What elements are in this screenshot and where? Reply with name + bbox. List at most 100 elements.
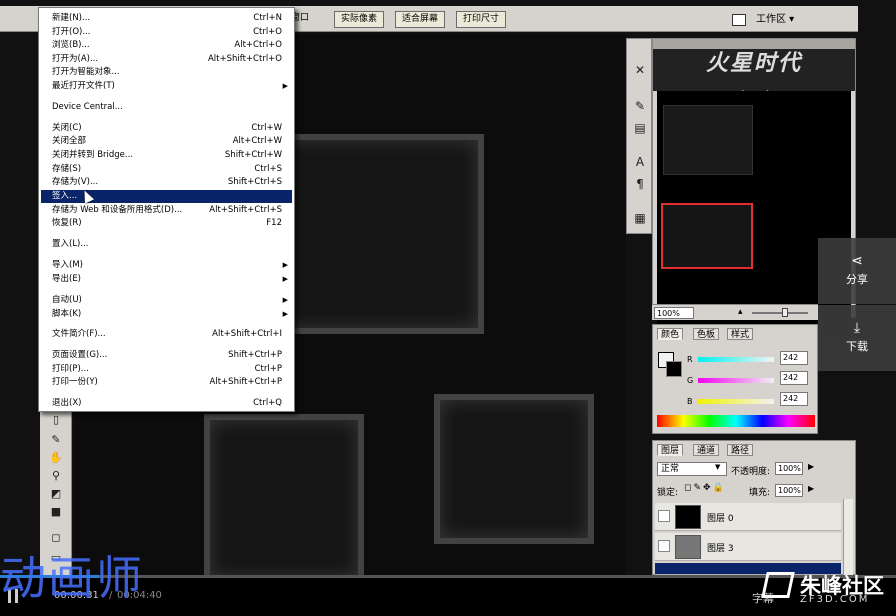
menu-item-shortcut: Ctrl+P	[254, 364, 282, 374]
layer-comps-icon[interactable]: ▦	[631, 209, 649, 227]
file-menu-item[interactable]: 存储为 Web 和设备所用格式(D)... Alt+Shift+Ctrl+S	[41, 204, 292, 217]
file-menu-item[interactable]: 打开为(A)... Alt+Shift+Ctrl+O	[41, 53, 292, 66]
menu-separator	[43, 96, 290, 97]
zoom-out-icon[interactable]: ▴	[738, 307, 743, 317]
layer-row[interactable]: 图层 3	[655, 533, 841, 561]
layer-row[interactable]: 图层 0	[655, 503, 841, 531]
workspace-icon[interactable]	[732, 14, 746, 26]
zoom-slider[interactable]	[752, 312, 808, 314]
opacity-field[interactable]: 100%	[775, 462, 803, 475]
zoom-tool-icon[interactable]: ⚲	[47, 468, 65, 484]
layers-scrollbar[interactable]	[843, 499, 853, 575]
file-menu-item[interactable]: 打开(O)... Ctrl+O	[41, 26, 292, 39]
red-slider[interactable]	[698, 357, 774, 362]
tab-paths[interactable]: 路径	[727, 444, 754, 456]
fit-screen-button[interactable]: 适合屏幕	[395, 11, 446, 28]
file-menu-item[interactable]: 新建(N)... Ctrl+N	[41, 12, 292, 25]
quick-mask-icon[interactable]: ◻	[47, 530, 65, 546]
file-menu-item[interactable]: 存储(S) Ctrl+S	[41, 163, 292, 176]
file-menu-item[interactable]: 自动(U) ▶	[41, 294, 292, 307]
file-menu-item[interactable]: 存储为(V)... Shift+Ctrl+S	[41, 176, 292, 189]
submenu-arrow-icon: ▶	[282, 261, 288, 269]
default-colors-icon[interactable]: ◩	[47, 486, 65, 502]
file-menu-item[interactable]: 打开为智能对象...	[41, 66, 292, 79]
fill-arrow-icon[interactable]: ▶	[808, 484, 814, 493]
slice-tool-icon[interactable]: ▯	[47, 412, 65, 428]
visibility-toggle[interactable]	[658, 540, 670, 552]
print-size-button[interactable]: 打印尺寸	[456, 11, 507, 28]
share-button[interactable]: ⋖ 分享	[818, 238, 896, 304]
file-menu-item[interactable]: 浏览(B)... Alt+Ctrl+O	[41, 39, 292, 52]
file-menu-item[interactable]: 关闭并转到 Bridge... Shift+Ctrl+W	[41, 149, 292, 162]
menu-item-shortcut: Ctrl+N	[253, 13, 282, 23]
chevron-down-icon[interactable]: ▼	[715, 463, 720, 471]
view-rectangle[interactable]	[661, 203, 753, 269]
menu-item-shortcut: Ctrl+S	[254, 164, 282, 174]
file-menu-item[interactable]: 退出(X) Ctrl+Q	[41, 397, 292, 410]
tools-preset-icon[interactable]: ✕	[631, 61, 649, 79]
tab-color[interactable]: 颜色	[657, 328, 684, 340]
green-slider[interactable]	[698, 378, 774, 383]
red-value[interactable]: 242	[780, 351, 808, 365]
hand-tool-icon[interactable]: ✋	[47, 450, 65, 466]
blue-label: B	[687, 397, 693, 406]
menu-item-shortcut: Alt+Ctrl+W	[232, 136, 282, 146]
brushes-icon[interactable]: ✎	[631, 97, 649, 115]
menu-separator	[43, 323, 290, 324]
green-value[interactable]: 242	[780, 371, 808, 385]
fill-label: 填充:	[749, 488, 771, 498]
menu-item-label: 导入(M)	[52, 260, 83, 270]
character-icon[interactable]: A	[631, 153, 649, 171]
file-menu-item[interactable]: 打印一份(Y) Alt+Shift+Ctrl+P	[41, 376, 292, 389]
file-menu-item[interactable]: 打印(P)... Ctrl+P	[41, 363, 292, 376]
blue-slider[interactable]	[698, 399, 774, 404]
blue-value[interactable]: 242	[780, 392, 808, 406]
visibility-toggle[interactable]	[658, 510, 670, 522]
file-menu: 新建(N)... Ctrl+N 打开(O)... Ctrl+O 浏览(B)... Alt+…	[38, 7, 295, 412]
file-menu-item[interactable]: 文件简介(F)... Alt+Shift+Ctrl+I	[41, 328, 292, 341]
menu-item-label: 关闭并转到 Bridge...	[52, 150, 134, 160]
file-menu-item[interactable]: 最近打开文件(T) ▶	[41, 80, 292, 93]
clone-source-icon[interactable]: ▤	[631, 119, 649, 137]
menu-separator	[43, 233, 290, 234]
actual-pixels-button[interactable]: 实际像素	[334, 11, 385, 28]
file-menu-item[interactable]: 关闭(C) Ctrl+W	[41, 122, 292, 135]
file-menu-item[interactable]: 置入(L)...	[41, 238, 292, 251]
file-menu-item[interactable]: Device Central...	[41, 101, 292, 114]
workspace-button[interactable]: 工作区 ▾	[756, 12, 794, 28]
tab-layers[interactable]: 图层	[657, 444, 684, 456]
zoom-slider-knob[interactable]	[782, 308, 788, 317]
watermark-left: 动画师	[0, 551, 144, 605]
background-swatch[interactable]	[666, 361, 682, 377]
navigator-zoom-bar: 100% ▴	[652, 304, 818, 320]
menu-item-label: 存储(S)	[52, 164, 82, 174]
file-menu-item[interactable]: 恢复(R) F12	[41, 217, 292, 230]
submenu-arrow-icon: ▶	[282, 296, 288, 304]
submenu-arrow-icon: ▶	[282, 310, 288, 318]
menu-item-label: 打开为(A)...	[52, 54, 99, 64]
file-menu-item[interactable]: 导入(M) ▶	[41, 259, 292, 272]
tab-channels[interactable]: 通道	[693, 444, 720, 456]
opacity-arrow-icon[interactable]: ▶	[808, 462, 814, 471]
menu-item-label: 新建(N)...	[52, 13, 91, 23]
menu-item-shortcut: Shift+Ctrl+P	[228, 350, 282, 360]
fill-field[interactable]: 100%	[775, 484, 803, 497]
menu-item-shortcut: Ctrl+Q	[253, 398, 282, 408]
paragraph-icon[interactable]: ¶	[631, 175, 649, 193]
download-button[interactable]: ⤓ 下载	[818, 305, 896, 371]
menu-item-label: 最近打开文件(T)	[52, 81, 115, 91]
file-menu-item[interactable]: 关闭全部 Alt+Ctrl+W	[41, 135, 292, 148]
foreground-color-icon[interactable]: ■	[47, 504, 65, 520]
tab-styles[interactable]: 样式	[727, 328, 754, 340]
lock-icons[interactable]: ◻✎✥🔒	[684, 483, 726, 493]
file-menu-item[interactable]: 脚本(K) ▶	[41, 308, 292, 321]
file-menu-item[interactable]: 导出(E) ▶	[41, 273, 292, 286]
panel-header	[653, 39, 855, 49]
eyedropper-icon[interactable]: ✎	[47, 432, 65, 448]
zoom-field[interactable]: 100%	[654, 307, 694, 319]
tab-swatches[interactable]: 色板	[693, 328, 720, 340]
menu-separator	[43, 289, 290, 290]
menu-item-shortcut: Alt+Shift+Ctrl+I	[212, 329, 282, 339]
color-spectrum-bar[interactable]	[657, 415, 815, 427]
file-menu-item[interactable]: 页面设置(G)... Shift+Ctrl+P	[41, 349, 292, 362]
